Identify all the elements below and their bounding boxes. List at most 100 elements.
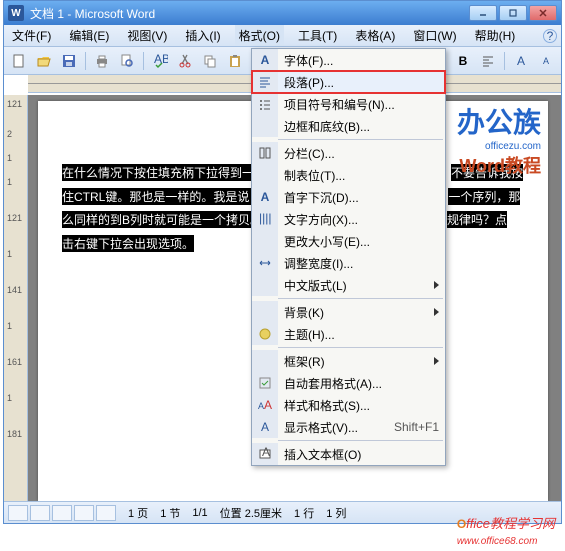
toolbar-separator xyxy=(504,52,505,70)
menu-separator xyxy=(278,298,443,299)
minimize-button[interactable] xyxy=(469,5,497,21)
svg-text:A: A xyxy=(262,447,270,459)
paragraph-icon xyxy=(258,75,272,89)
fitwidth-icon xyxy=(258,256,272,270)
vertical-ruler[interactable]: 121 2 1 1 121 1 141 1 161 1 181 xyxy=(4,95,28,501)
view-web-button[interactable] xyxy=(30,505,50,521)
menu-separator xyxy=(278,440,443,441)
ruler-tick: 2 xyxy=(7,129,12,139)
menubar: 文件(F) 编辑(E) 视图(V) 插入(I) 格式(O) 工具(T) 表格(A… xyxy=(4,25,561,47)
status-col: 1 列 xyxy=(326,505,346,521)
selected-text[interactable]: 规律吗？点 xyxy=(447,211,507,228)
new-doc-button[interactable] xyxy=(8,50,30,72)
menu-item-frame[interactable]: 框架(R) xyxy=(252,350,445,372)
menu-item-font[interactable]: A 字体(F)... xyxy=(252,49,445,71)
menu-help[interactable]: 帮助(H) xyxy=(471,25,520,46)
selected-text[interactable]: 住CTRL键。那也是一样的。我是说， xyxy=(62,188,265,205)
ruler-tick: 121 xyxy=(7,213,22,223)
status-page: 1 页 xyxy=(128,505,148,521)
menu-edit[interactable]: 编辑(E) xyxy=(65,25,113,46)
selected-text[interactable]: 在什么情况下按住填充柄下拉得到一 xyxy=(62,164,258,181)
status-position: 位置 2.5厘米 xyxy=(220,505,282,521)
ruler-tick: 1 xyxy=(7,153,12,163)
menu-item-bullets[interactable]: 项目符号和编号(N)... xyxy=(252,93,445,115)
status-page-of: 1/1 xyxy=(192,507,207,519)
ruler-tick: 1 xyxy=(7,249,12,259)
selected-text[interactable]: 一个序列，那 xyxy=(448,188,520,205)
theme-icon xyxy=(258,327,272,341)
submenu-arrow-icon xyxy=(434,357,439,365)
menu-item-autoformat[interactable]: 自动套用格式(A)... xyxy=(252,372,445,394)
maximize-button[interactable] xyxy=(499,5,527,21)
app-window: W 文档 1 - Microsoft Word 文件(F) 编辑(E) 视图(V… xyxy=(3,0,562,524)
ruler-tick: 1 xyxy=(7,177,12,187)
submenu-arrow-icon xyxy=(434,308,439,316)
textbox-icon: A xyxy=(258,447,272,461)
font-shrink-button[interactable]: A xyxy=(535,50,557,72)
styles-icon: AA xyxy=(258,398,272,412)
spellcheck-button[interactable]: ABC xyxy=(149,50,171,72)
menu-item-borders[interactable]: 边框和底纹(B)... xyxy=(252,115,445,137)
reveal-icon: A xyxy=(261,420,269,434)
save-button[interactable] xyxy=(58,50,80,72)
textdir-icon: |||| xyxy=(258,212,272,226)
menu-format[interactable]: 格式(O) xyxy=(235,25,284,46)
menu-tools[interactable]: 工具(T) xyxy=(294,25,341,46)
question-help-icon[interactable]: ? xyxy=(543,29,557,43)
toolbar-separator xyxy=(143,52,144,70)
toolbar-separator xyxy=(85,52,86,70)
menu-window[interactable]: 窗口(W) xyxy=(409,25,460,46)
ruler-tick: 1 xyxy=(7,393,12,403)
align-left-button[interactable] xyxy=(477,50,499,72)
menu-table[interactable]: 表格(A) xyxy=(351,25,399,46)
menu-item-theme[interactable]: 主题(H)... xyxy=(252,323,445,345)
status-line: 1 行 xyxy=(294,505,314,521)
menu-item-textbox[interactable]: A 插入文本框(O) xyxy=(252,443,445,465)
titlebar: W 文档 1 - Microsoft Word xyxy=(4,1,561,25)
window-title: 文档 1 - Microsoft Word xyxy=(30,5,469,22)
menu-separator xyxy=(278,347,443,348)
font-grow-button[interactable]: A xyxy=(510,50,532,72)
menu-item-textdir[interactable]: |||| 文字方向(X)... xyxy=(252,208,445,230)
menu-view[interactable]: 视图(V) xyxy=(123,25,171,46)
menu-item-reveal-formatting[interactable]: A 显示格式(V)... Shift+F1 xyxy=(252,416,445,438)
menu-item-fitwidth[interactable]: 调整宽度(I)... xyxy=(252,252,445,274)
bullets-icon xyxy=(258,97,272,111)
selected-text[interactable]: 么同样的到B列时就可能是一个拷贝。 xyxy=(62,211,266,228)
ruler-tick: 181 xyxy=(7,429,22,439)
selected-text[interactable]: 击右键下拉会出现选项。 xyxy=(62,235,194,252)
status-section: 1 节 xyxy=(160,505,180,521)
paste-button[interactable] xyxy=(224,50,246,72)
ruler-tick: 1 xyxy=(7,321,12,331)
close-button[interactable] xyxy=(529,5,557,21)
word-app-icon: W xyxy=(8,5,24,21)
ruler-tick: 121 xyxy=(7,99,22,109)
menu-item-background[interactable]: 背景(K) xyxy=(252,301,445,323)
print-preview-button[interactable] xyxy=(116,50,138,72)
ruler-tick: 141 xyxy=(7,285,22,295)
menu-file[interactable]: 文件(F) xyxy=(8,25,55,46)
watermark-site: OOffice教程学习网ffice教程学习网 www.office68.com xyxy=(457,513,555,547)
svg-text:||||: |||| xyxy=(259,212,271,225)
menu-item-changecase[interactable]: 更改大小写(E)... xyxy=(252,230,445,252)
menu-separator xyxy=(278,139,443,140)
menu-insert[interactable]: 插入(I) xyxy=(181,25,224,46)
cut-button[interactable] xyxy=(174,50,196,72)
print-button[interactable] xyxy=(91,50,113,72)
bold-button[interactable]: B xyxy=(452,50,474,72)
menu-item-columns[interactable]: 分栏(C)... xyxy=(252,142,445,164)
menu-item-paragraph[interactable]: 段落(P)... xyxy=(252,71,445,93)
copy-button[interactable] xyxy=(199,50,221,72)
open-button[interactable] xyxy=(33,50,55,72)
menu-item-tabs[interactable]: 制表位(T)... xyxy=(252,164,445,186)
view-outline-button[interactable] xyxy=(74,505,94,521)
dropcap-icon: A xyxy=(261,190,270,204)
view-print-button[interactable] xyxy=(52,505,72,521)
submenu-arrow-icon xyxy=(434,281,439,289)
menu-item-dropcap[interactable]: A 首字下沉(D)... xyxy=(252,186,445,208)
menu-item-styles[interactable]: AA 样式和格式(S)... xyxy=(252,394,445,416)
view-normal-button[interactable] xyxy=(8,505,28,521)
view-reading-button[interactable] xyxy=(96,505,116,521)
menu-item-asianlayout[interactable]: 中文版式(L) xyxy=(252,274,445,296)
watermark-brand: 办公族 officezu.com Word教程 xyxy=(457,101,541,178)
